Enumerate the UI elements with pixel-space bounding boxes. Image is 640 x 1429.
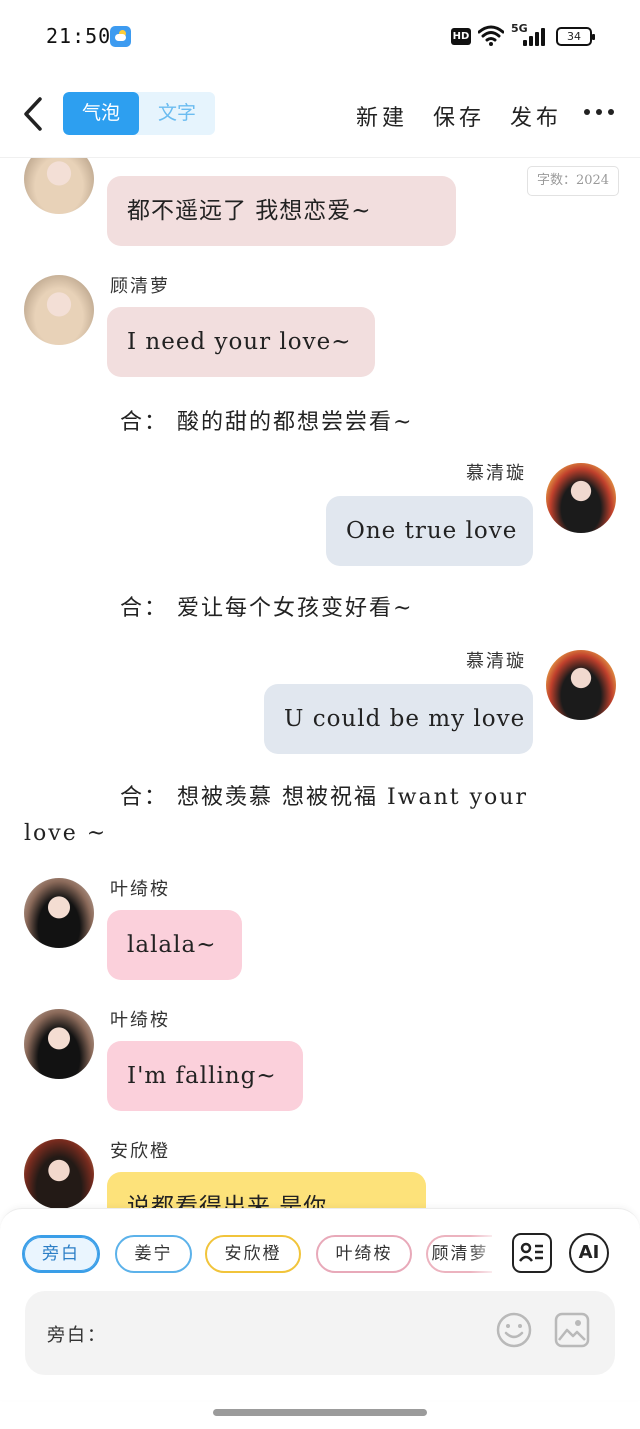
avatar[interactable]: [546, 650, 616, 720]
message-bubble[interactable]: I need your love~: [107, 307, 375, 377]
sender-name: 叶绮桉: [110, 879, 170, 900]
sender-name: 安欣橙: [110, 1141, 170, 1162]
save-button[interactable]: 保存: [433, 100, 485, 132]
word-count: 字数：2024: [527, 166, 619, 196]
image-icon[interactable]: [553, 1311, 591, 1349]
message-bubble[interactable]: I'm falling~: [107, 1041, 303, 1111]
avatar[interactable]: [546, 463, 616, 533]
header-bar: 气泡 文字 新建 保存 发布: [0, 72, 640, 158]
hd-badge: HD: [451, 28, 471, 45]
narration-line[interactable]: love ~: [24, 816, 107, 852]
sender-name: 顾清萝: [110, 276, 170, 297]
avatar[interactable]: [24, 1139, 94, 1208]
composer-panel: 旁白 姜宁 安欣橙 叶绮桉 顾清萝 AI 旁白：: [0, 1208, 640, 1400]
narration-line[interactable]: 合： 酸的甜的都想尝尝看~: [120, 405, 413, 441]
sender-name: 慕清璇: [466, 651, 526, 672]
publish-button[interactable]: 发布: [510, 100, 562, 132]
input-placeholder: 旁白：: [47, 1325, 107, 1346]
mode-toggle: 气泡 文字: [63, 92, 215, 135]
message-bubble[interactable]: U could be my love: [264, 684, 533, 754]
weather-icon: [110, 26, 131, 47]
status-bar: 21:50 HD 5G 34: [0, 0, 640, 72]
message-bubble[interactable]: 说都看得出来 是你: [107, 1172, 426, 1208]
sender-name: 慕清璇: [466, 463, 526, 484]
message-input[interactable]: 旁白：: [25, 1291, 615, 1375]
more-icon[interactable]: [584, 109, 614, 117]
status-time: 21:50: [46, 24, 112, 48]
role-chip[interactable]: 叶绮桉: [316, 1235, 412, 1273]
tab-bubble[interactable]: 气泡: [63, 92, 139, 135]
narration-line[interactable]: 合： 想被羡慕 想被祝福 Iwant your: [120, 780, 528, 816]
avatar[interactable]: [24, 1009, 94, 1079]
avatar[interactable]: [24, 275, 94, 345]
battery-icon: 34: [556, 27, 595, 46]
emoji-icon[interactable]: [495, 1311, 533, 1349]
narration-line[interactable]: 合： 爱让每个女孩变好看~: [120, 591, 413, 627]
avatar[interactable]: [24, 878, 94, 948]
chat-area[interactable]: 字数：2024 都不遥远了 我想恋爱~ 顾清萝 I need your love…: [0, 158, 640, 1208]
new-button[interactable]: 新建: [356, 100, 408, 132]
tab-text[interactable]: 文字: [139, 92, 215, 135]
back-icon[interactable]: [18, 94, 48, 134]
wifi-icon: [478, 25, 504, 46]
role-chip-aside[interactable]: 旁白: [22, 1235, 100, 1273]
avatar[interactable]: [24, 158, 94, 214]
role-chip[interactable]: 安欣橙: [205, 1235, 301, 1273]
message-bubble[interactable]: 都不遥远了 我想恋爱~: [107, 176, 456, 246]
role-chip[interactable]: 姜宁: [115, 1235, 192, 1273]
message-bubble[interactable]: One true love: [326, 496, 533, 566]
home-indicator[interactable]: [213, 1409, 427, 1416]
contacts-icon[interactable]: [512, 1233, 552, 1273]
sender-name: 叶绮桉: [110, 1010, 170, 1031]
ai-button[interactable]: AI: [569, 1233, 609, 1273]
message-bubble[interactable]: lalala~: [107, 910, 242, 980]
signal-icon: [521, 28, 547, 46]
